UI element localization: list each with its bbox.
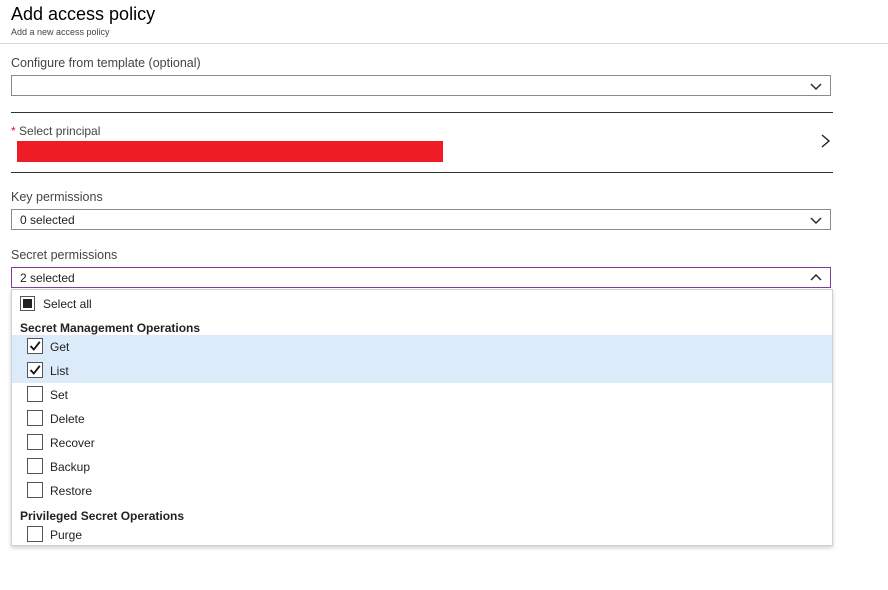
option-label: Backup <box>50 460 91 474</box>
page-subtitle: Add a new access policy <box>11 27 110 37</box>
checkbox-checked[interactable] <box>27 362 43 378</box>
option-label: List <box>50 364 69 378</box>
checkbox-unchecked[interactable] <box>27 410 43 426</box>
option-restore[interactable]: Restore <box>12 479 832 503</box>
checkmark-icon <box>29 365 41 375</box>
template-label: Configure from template (optional) <box>11 56 201 70</box>
option-label: Set <box>50 388 69 402</box>
secret-permissions-dropdown[interactable]: 2 selected <box>11 267 831 288</box>
checkbox-unchecked[interactable] <box>27 386 43 402</box>
option-delete[interactable]: Delete <box>12 407 832 431</box>
checkbox-checked[interactable] <box>27 338 43 354</box>
option-set[interactable]: Set <box>12 383 832 407</box>
checkbox-unchecked[interactable] <box>27 434 43 450</box>
option-label: Restore <box>50 484 93 498</box>
secret-permissions-value: 2 selected <box>20 271 75 285</box>
template-dropdown[interactable] <box>11 75 831 96</box>
option-list[interactable]: List <box>12 359 832 383</box>
chevron-up-icon <box>810 274 822 281</box>
checkbox-unchecked[interactable] <box>27 526 43 542</box>
secret-permissions-menu: Select all Secret Management Operations … <box>11 289 833 546</box>
principal-label-wrap: * Select principal <box>11 124 100 138</box>
checkbox-unchecked[interactable] <box>27 458 43 474</box>
select-all-option[interactable]: Select all <box>12 290 832 316</box>
chevron-right-icon[interactable] <box>818 133 832 149</box>
group-heading: Secret Management Operations <box>20 321 201 335</box>
chevron-down-icon <box>810 83 822 90</box>
option-backup[interactable]: Backup <box>12 455 832 479</box>
key-permissions-label: Key permissions <box>11 190 103 204</box>
redacted-principal-name <box>17 141 443 162</box>
blade-header: Add access policy Add a new access polic… <box>0 0 888 44</box>
option-label: Recover <box>50 436 95 450</box>
option-purge[interactable]: Purge <box>12 523 832 547</box>
option-label: Purge <box>50 528 83 542</box>
option-get[interactable]: Get <box>12 335 832 359</box>
checkmark-icon <box>29 341 41 351</box>
principal-bottom-divider <box>11 172 833 173</box>
option-label: Get <box>50 340 70 354</box>
group-heading: Privileged Secret Operations <box>20 509 185 523</box>
chevron-down-icon <box>810 217 822 224</box>
key-permissions-value: 0 selected <box>20 213 75 227</box>
required-star: * <box>11 124 16 138</box>
option-recover[interactable]: Recover <box>12 431 832 455</box>
principal-label: Select principal <box>19 124 101 138</box>
select-all-checkbox[interactable] <box>20 296 35 311</box>
key-permissions-dropdown[interactable]: 0 selected <box>11 209 831 230</box>
secret-permissions-label: Secret permissions <box>11 248 118 262</box>
checkbox-unchecked[interactable] <box>27 482 43 498</box>
page-title: Add access policy <box>11 4 156 24</box>
option-label: Delete <box>50 412 85 426</box>
select-all-label: Select all <box>43 297 92 311</box>
